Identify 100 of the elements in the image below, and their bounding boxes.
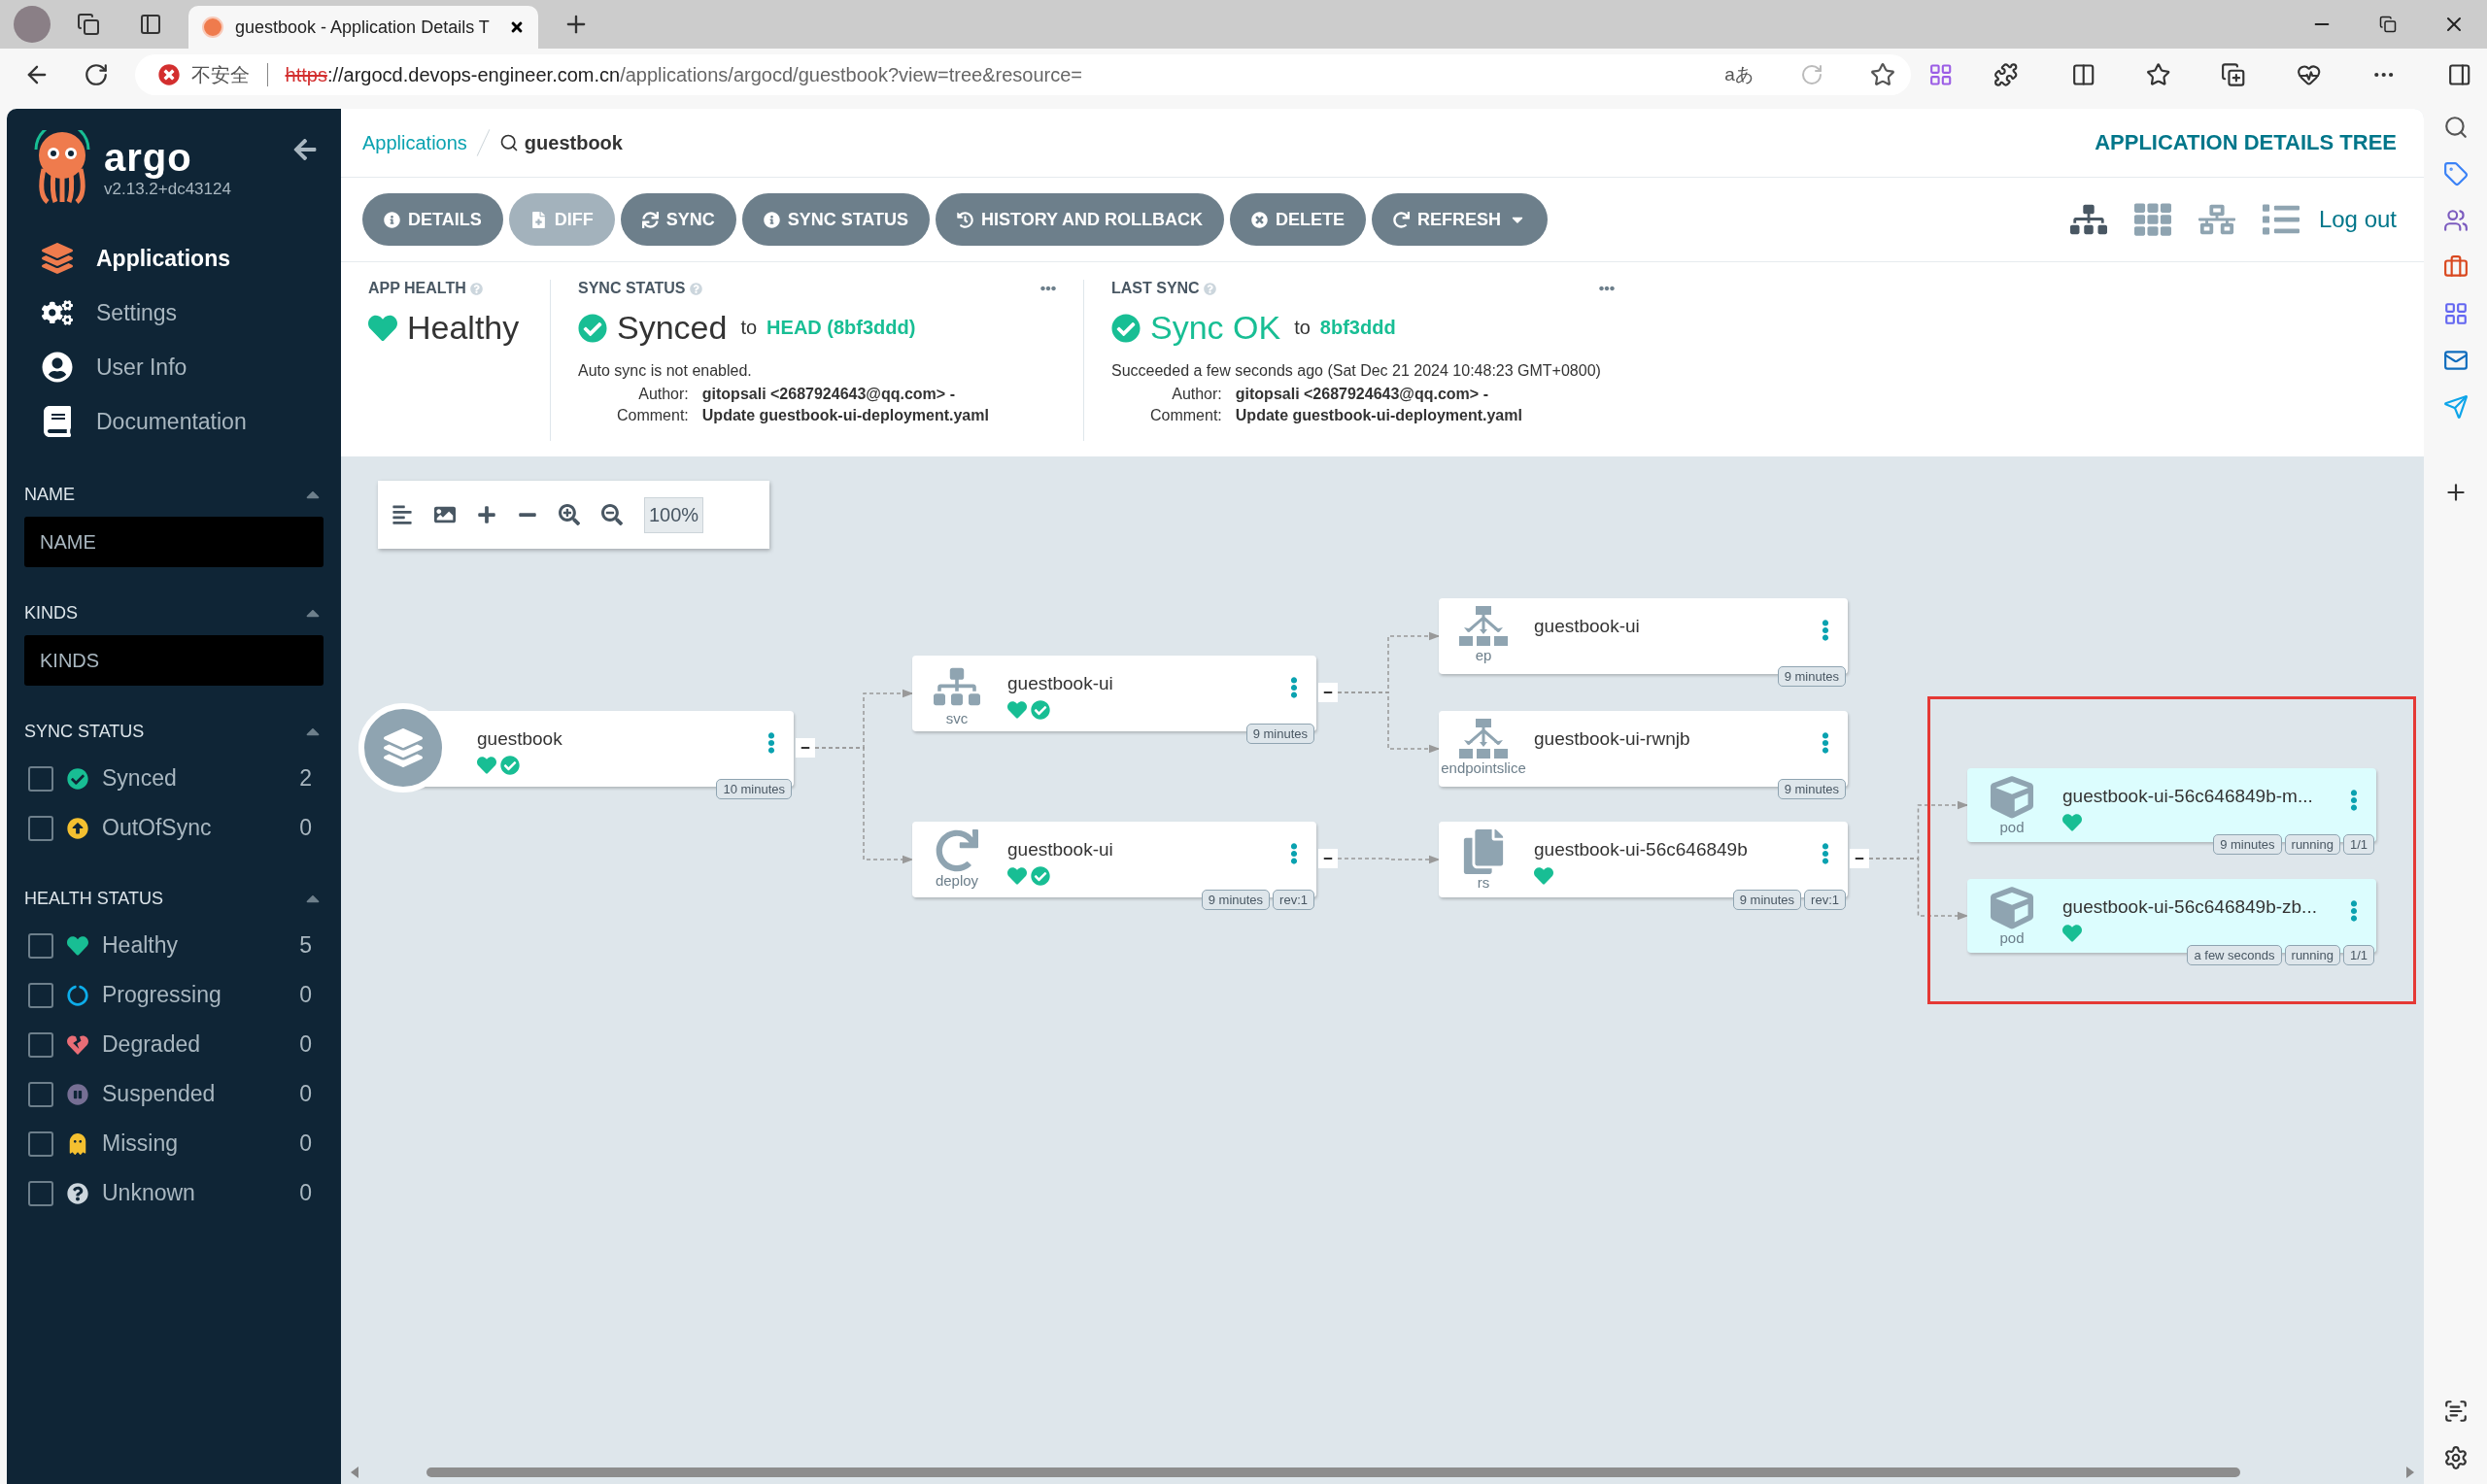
filter-option-label: OutOfSync (102, 815, 212, 841)
profile-avatar[interactable] (14, 6, 51, 43)
checkbox[interactable] (28, 932, 53, 959)
status-note: Auto sync is not enabled. (578, 362, 753, 380)
collapse-button[interactable] (1318, 683, 1338, 702)
align-icon[interactable] (392, 504, 413, 525)
meta-label: Author: (637, 386, 689, 403)
tag-icon[interactable] (2442, 161, 2469, 186)
briefcase-icon[interactable] (2442, 254, 2469, 280)
mail-icon[interactable] (2442, 348, 2469, 373)
checkbox[interactable] (28, 1180, 53, 1206)
toolbar-button[interactable]: HISTORY AND ROLLBACK (936, 193, 1225, 246)
back-arrow-icon[interactable] (292, 137, 318, 162)
zoom-out-icon[interactable] (601, 504, 623, 525)
checkbox[interactable] (28, 982, 53, 1008)
zoom-in-icon[interactable] (559, 504, 580, 525)
info-badge: 9 minutes (1777, 779, 1846, 799)
help-icon (1203, 282, 1216, 295)
scrollbar-thumb[interactable] (426, 1467, 2240, 1477)
send-icon[interactable] (2442, 394, 2469, 420)
resource-name: guestbook-ui-56c646849b-m... (2062, 786, 2313, 807)
cube-icon (1991, 776, 2033, 819)
translate-button[interactable]: aあ (1724, 62, 1754, 87)
toolbar-button[interactable]: SYNC (620, 193, 736, 246)
scroll-left-icon[interactable] (351, 1467, 358, 1478)
resource-kind-label: pod (1999, 929, 2025, 946)
checkbox[interactable] (28, 1130, 53, 1157)
history-icon (957, 211, 974, 228)
grid-icon[interactable] (2133, 201, 2171, 238)
workspaces-icon[interactable] (77, 13, 100, 36)
favorites-icon[interactable] (2145, 62, 2171, 87)
toolbar-button[interactable]: SYNC STATUS (741, 193, 931, 246)
filter-option-label: Suspended (102, 1081, 216, 1107)
checkbox[interactable] (28, 815, 53, 841)
help-icon (689, 282, 702, 295)
nav-item[interactable]: Applications (24, 231, 324, 286)
close-icon[interactable] (509, 19, 525, 35)
filter-option-label: Degraded (102, 1031, 201, 1058)
count-label: 5 (299, 932, 312, 959)
favicon-icon (202, 17, 223, 38)
nav-item[interactable]: Documentation (24, 394, 324, 449)
filter-input[interactable]: KINDS (24, 635, 324, 686)
checkbox[interactable] (28, 1031, 53, 1058)
info-badge: 9 minutes (1777, 666, 1846, 687)
toolbar-button[interactable]: REFRESH (1372, 193, 1549, 246)
collapse-button[interactable] (1318, 849, 1338, 868)
nav-item[interactable]: Settings (24, 286, 324, 340)
resource-name: guestbook-ui (1007, 673, 1113, 694)
section-title: APP HEALTH (368, 280, 466, 297)
version-label: v2.13.2+dc43124 (104, 179, 231, 199)
address-bar[interactable]: 不安全 https://argocd.devops-engineer.com.cn/applications/argocd/guestbook?view=tree&resource= aあ (134, 54, 1911, 95)
count-label: 0 (299, 1081, 312, 1107)
collapse-button[interactable] (1850, 849, 1869, 868)
count-label: 0 (299, 982, 312, 1008)
star-icon[interactable] (1869, 62, 1895, 87)
cube-icon (1991, 887, 2033, 929)
collections-icon[interactable] (2221, 62, 2246, 87)
meta-label: Comment: (616, 407, 689, 424)
search-icon[interactable] (2442, 115, 2469, 140)
scroll-right-icon[interactable] (2406, 1467, 2414, 1478)
tab-actions-icon[interactable] (139, 13, 162, 36)
info-badge: 10 minutes (716, 779, 792, 799)
toolbar-button[interactable]: DETAILS (362, 193, 503, 246)
browser-tab[interactable]: guestbook - Application Details T (188, 6, 538, 49)
logout-link[interactable]: Log out (2318, 206, 2397, 233)
reload-icon[interactable] (83, 62, 109, 87)
help-icon (469, 282, 483, 295)
sync-value: Synced (617, 309, 728, 347)
checkbox[interactable] (28, 1081, 53, 1107)
puzzle-icon[interactable] (1993, 62, 2019, 87)
info-badge: rev:1 (1804, 890, 1846, 910)
meta-label: Author: (1171, 386, 1222, 403)
sidebar-toggle-icon[interactable] (2446, 62, 2471, 87)
image-icon[interactable] (434, 504, 456, 525)
grid-icon[interactable] (2442, 301, 2469, 326)
resource-name: guestbook-ui (1007, 839, 1113, 860)
resource-kind-label: svc (945, 710, 969, 726)
filter-option-label: Missing (102, 1130, 178, 1157)
filter-title: NAME (24, 484, 75, 505)
nav-item[interactable]: User Info (24, 340, 324, 394)
screenshot-icon[interactable] (2442, 1399, 2469, 1424)
info-badge: 9 minutes (1201, 890, 1271, 910)
breadcrumb-current: guestbook (524, 131, 623, 154)
count-label: 0 (299, 1180, 312, 1206)
split-screen-icon[interactable] (2070, 62, 2095, 87)
meta-label: Comment: (1149, 407, 1222, 424)
collapse-button[interactable] (796, 738, 815, 758)
separator (266, 63, 268, 86)
toolbar-button[interactable]: DELETE (1230, 193, 1367, 246)
people-icon[interactable] (2442, 208, 2469, 233)
settings-icon[interactable] (2442, 1445, 2469, 1470)
resource-kind-label: pod (1999, 819, 2025, 835)
health-icon[interactable] (2296, 62, 2322, 87)
checkbox[interactable] (28, 765, 53, 792)
filter-title: HEALTH STATUS (24, 888, 163, 909)
filter-input[interactable]: NAME (24, 517, 324, 567)
filter-title: SYNC STATUS (24, 721, 145, 742)
restore-icon[interactable] (2379, 16, 2397, 33)
filter-option-label: Progressing (102, 982, 221, 1008)
plus-icon[interactable] (477, 505, 496, 524)
